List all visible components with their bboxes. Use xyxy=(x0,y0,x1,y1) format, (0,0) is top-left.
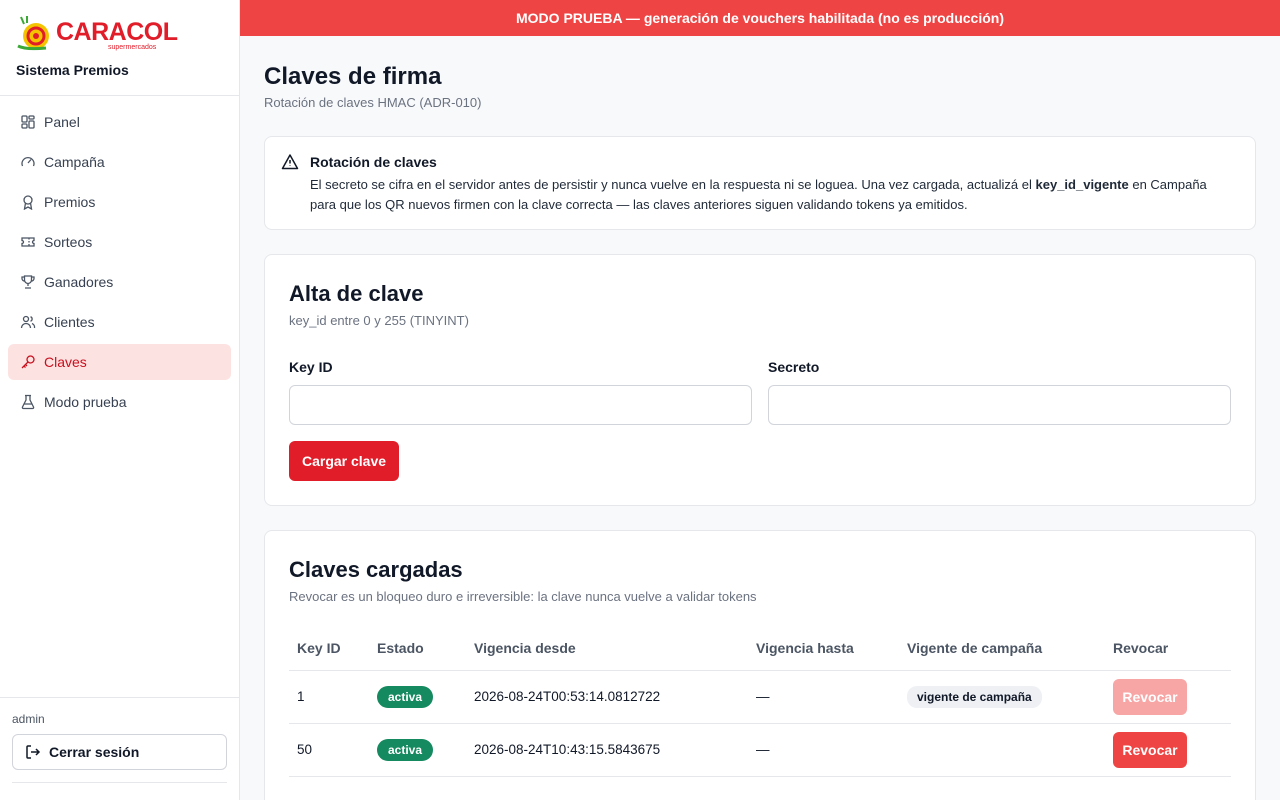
sidebar-item-claves[interactable]: Claves xyxy=(8,344,231,380)
award-icon xyxy=(20,194,36,210)
alert-title: Rotación de claves xyxy=(310,154,437,170)
alert-text: El secreto se cifra en el servidor antes… xyxy=(310,177,1036,192)
status-cell: activa xyxy=(369,723,466,777)
column-header: Estado xyxy=(369,627,466,671)
users-icon xyxy=(20,314,36,330)
divider xyxy=(0,697,239,698)
secret-label: Secreto xyxy=(768,359,820,375)
sidebar-item-panel[interactable]: Panel xyxy=(8,104,231,140)
card-subtitle: Revocar es un bloqueo duro e irreversibl… xyxy=(289,589,757,604)
campaign-cell: vigente de campaña xyxy=(899,670,1105,724)
key-id-label: Key ID xyxy=(289,359,333,375)
column-header: Key ID xyxy=(289,627,369,671)
keys-table: Key ID Estado Vigencia desde Vigencia ha… xyxy=(289,627,1231,777)
sidebar-item-label: Clientes xyxy=(44,314,95,330)
dashboard-icon xyxy=(20,114,36,130)
warning-icon xyxy=(281,153,299,176)
sidebar-item-clientes[interactable]: Clientes xyxy=(8,304,231,340)
app-name: Sistema Premios xyxy=(16,62,129,78)
table-header-row: Key ID Estado Vigencia desde Vigencia ha… xyxy=(289,627,1231,671)
sidebar-item-label: Sorteos xyxy=(44,234,93,250)
gauge-icon xyxy=(20,154,36,170)
sidebar-item-campana[interactable]: Campaña xyxy=(8,144,231,180)
flask-icon xyxy=(20,394,36,410)
sidebar-nav: Panel Campaña Premios Sorteos Ganadores … xyxy=(8,104,231,424)
key-id-cell: 1 xyxy=(289,670,369,724)
column-header: Revocar xyxy=(1105,627,1231,671)
test-mode-banner: MODO PRUEBA — generación de vouchers hab… xyxy=(240,0,1280,36)
revoke-button[interactable]: Revocar xyxy=(1113,731,1187,768)
key-icon xyxy=(20,354,36,370)
alert-body: El secreto se cifra en el servidor antes… xyxy=(310,175,1210,215)
sidebar-item-label: Claves xyxy=(44,354,87,370)
revoke-button[interactable]: Revocar xyxy=(1113,678,1187,715)
logo-subtext: supermercados xyxy=(108,44,157,51)
campaign-badge: vigente de campaña xyxy=(907,685,1042,708)
sidebar-item-label: Panel xyxy=(44,114,80,130)
sidebar: CARACOL supermercados Sistema Premios Pa… xyxy=(0,0,240,800)
column-header: Vigencia hasta xyxy=(748,627,899,671)
sidebar-item-premios[interactable]: Premios xyxy=(8,184,231,220)
key-id-input[interactable] xyxy=(289,385,752,425)
status-badge: activa xyxy=(377,685,434,708)
caracol-logo[interactable]: CARACOL supermercados xyxy=(16,14,178,54)
valid-to-cell: — xyxy=(748,723,899,777)
sidebar-item-ganadores[interactable]: Ganadores xyxy=(8,264,231,300)
secret-input[interactable] xyxy=(768,385,1231,425)
page-subtitle: Rotación de claves HMAC (ADR-010) xyxy=(264,95,482,110)
trophy-icon xyxy=(20,274,36,290)
sidebar-item-label: Modo prueba xyxy=(44,394,127,410)
sidebar-item-sorteos[interactable]: Sorteos xyxy=(8,224,231,260)
status-badge: activa xyxy=(377,738,434,761)
card-subtitle: key_id entre 0 y 255 (TINYINT) xyxy=(289,313,469,328)
rotation-alert: Rotación de claves El secreto se cifra e… xyxy=(264,136,1256,230)
status-cell: activa xyxy=(369,670,466,724)
sidebar-item-label: Premios xyxy=(44,194,96,210)
logout-icon xyxy=(25,744,41,760)
card-title: Claves cargadas xyxy=(289,557,463,582)
key-id-cell: 50 xyxy=(289,723,369,777)
submit-key-button[interactable]: Cargar clave xyxy=(289,441,399,481)
column-header: Vigencia desde xyxy=(466,627,748,671)
table-row: 50 activa 2026-08-24T10:43:15.5843675 — … xyxy=(289,723,1231,777)
add-key-card: Alta de clave key_id entre 0 y 255 (TINY… xyxy=(264,254,1256,506)
table-row: 1 activa 2026-08-24T00:53:14.0812722 — v… xyxy=(289,670,1231,724)
ticket-icon xyxy=(20,234,36,250)
revoke-cell: Revocar xyxy=(1105,670,1231,724)
sidebar-item-label: Campaña xyxy=(44,154,105,170)
sidebar-item-label: Ganadores xyxy=(44,274,114,290)
valid-from-cell: 2026-08-24T00:53:14.0812722 xyxy=(466,670,748,724)
divider xyxy=(0,95,239,96)
divider xyxy=(12,782,227,783)
column-header: Vigente de campaña xyxy=(899,627,1105,671)
loaded-keys-card: Claves cargadas Revocar es un bloqueo du… xyxy=(264,530,1256,800)
campaign-cell xyxy=(899,723,1105,777)
alert-keyword: key_id_vigente xyxy=(1035,177,1129,192)
page-title: Claves de firma xyxy=(264,63,442,90)
revoke-cell: Revocar xyxy=(1105,723,1231,777)
valid-from-cell: 2026-08-24T10:43:15.5843675 xyxy=(466,723,748,777)
current-user: admin xyxy=(12,712,45,726)
logo-text: CARACOL xyxy=(56,18,178,46)
sidebar-item-modo-prueba[interactable]: Modo prueba xyxy=(8,384,231,420)
logout-button[interactable]: Cerrar sesión xyxy=(12,734,227,770)
valid-to-cell: — xyxy=(748,670,899,724)
snail-logo-icon xyxy=(17,16,49,51)
logout-label: Cerrar sesión xyxy=(49,744,140,760)
card-title: Alta de clave xyxy=(289,281,424,306)
